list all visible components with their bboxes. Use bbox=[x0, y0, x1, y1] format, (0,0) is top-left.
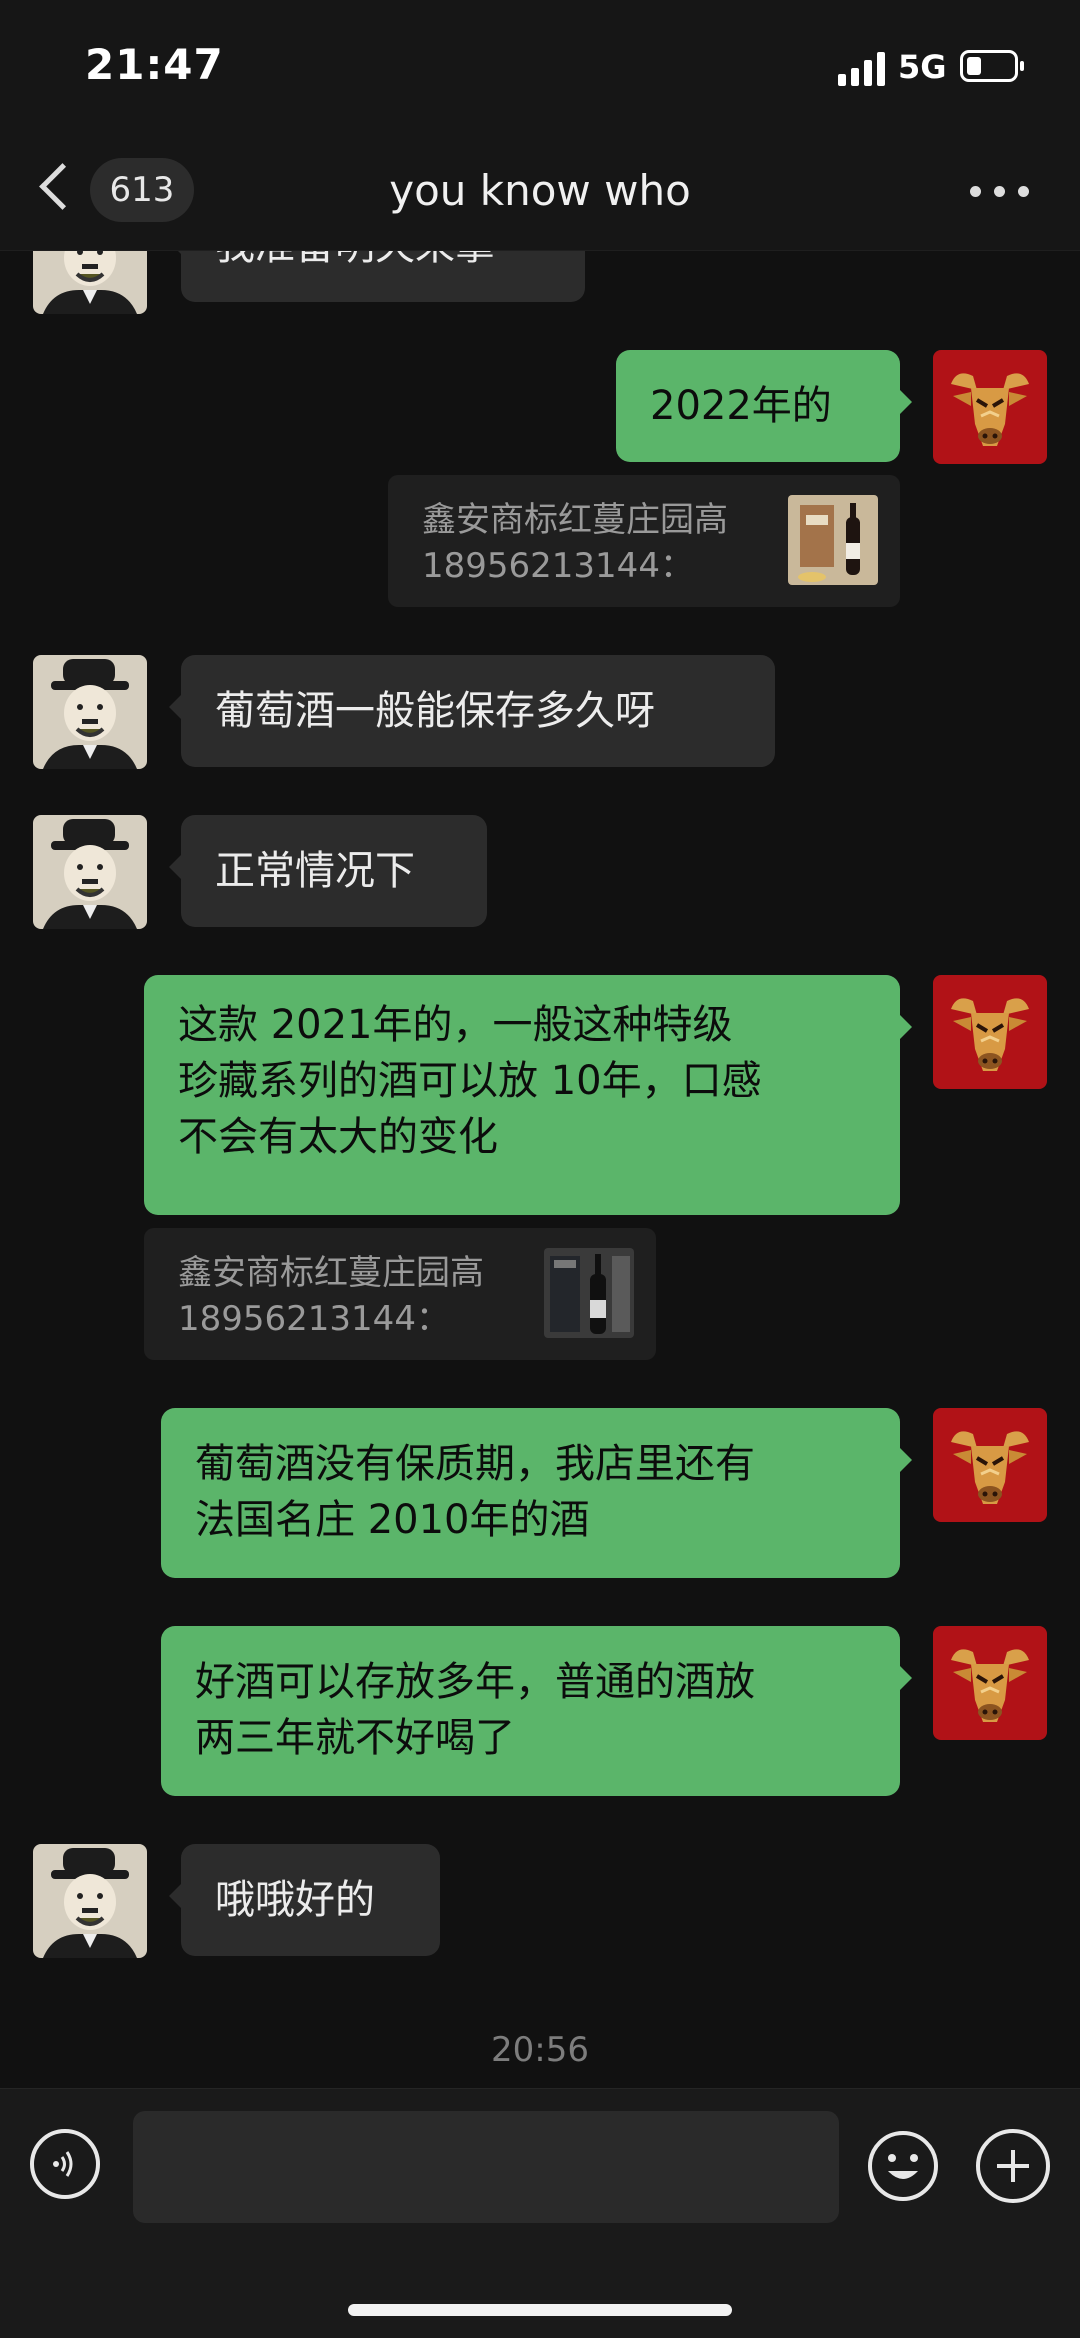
emoji-icon[interactable] bbox=[866, 2129, 940, 2203]
more-icon[interactable] bbox=[970, 186, 1030, 198]
message-text: 珍藏系列的酒可以放 10年，口感 bbox=[178, 1058, 762, 1104]
message-text: 这款 2021年的，一般这种特级 bbox=[178, 1002, 733, 1048]
contact-avatar[interactable] bbox=[33, 250, 147, 314]
message-text: 葡萄酒一般能保存多久呀 bbox=[215, 688, 655, 734]
chat-title: you know who bbox=[389, 166, 691, 215]
quote-reference[interactable]: 鑫安商标红蔓庄园高 18956213144： bbox=[144, 1228, 656, 1360]
my-avatar[interactable] bbox=[933, 975, 1047, 1089]
network-label: 5G bbox=[898, 48, 947, 86]
message-text: 法国名庄 2010年的酒 bbox=[195, 1497, 590, 1543]
message-timestamp: 20:56 bbox=[491, 2030, 589, 2070]
message-bubble-outgoing[interactable]: 葡萄酒没有保质期，我店里还有 法国名庄 2010年的酒 bbox=[161, 1408, 912, 1578]
message-bubble-outgoing[interactable]: 好酒可以存放多年，普通的酒放 两三年就不好喝了 bbox=[161, 1626, 912, 1796]
message-bubble-incoming[interactable]: 哦哦好的 bbox=[169, 1844, 440, 1956]
message-bubble-incoming[interactable]: 我准备明天来拿 bbox=[169, 250, 585, 302]
message-text: 好酒可以存放多年，普通的酒放 bbox=[195, 1659, 755, 1705]
status-bar: 21:47 5G bbox=[0, 0, 1080, 130]
message-text: 2022年的 bbox=[650, 383, 832, 429]
contact-avatar[interactable] bbox=[33, 655, 147, 769]
message-text: 两三年就不好喝了 bbox=[195, 1715, 515, 1761]
wine-thumbnail[interactable] bbox=[788, 495, 878, 585]
message-text: 葡萄酒没有保质期，我店里还有 bbox=[195, 1441, 755, 1487]
quote-reference[interactable]: 鑫安商标红蔓庄园高 18956213144： bbox=[388, 475, 900, 607]
my-avatar[interactable] bbox=[933, 1626, 1047, 1740]
message-text: 哦哦好的 bbox=[215, 1877, 375, 1923]
signal-icon bbox=[838, 52, 888, 86]
message-list[interactable]: 我准备明天来拿 2022年的 鑫安商标红蔓庄园高 18956213144： 葡萄… bbox=[0, 250, 1080, 2088]
my-avatar[interactable] bbox=[933, 1408, 1047, 1522]
battery-icon bbox=[960, 50, 1024, 82]
message-bubble-outgoing[interactable]: 这款 2021年的，一般这种特级 珍藏系列的酒可以放 10年，口感 不会有太大的… bbox=[144, 975, 912, 1215]
wine-thumbnail[interactable] bbox=[544, 1248, 634, 1338]
message-text: 不会有太大的变化 bbox=[178, 1114, 498, 1160]
contact-avatar[interactable] bbox=[33, 1844, 147, 1958]
contact-avatar[interactable] bbox=[33, 815, 147, 929]
message-input[interactable] bbox=[133, 2111, 839, 2223]
chat-header: 613 you know who bbox=[0, 130, 1080, 251]
add-icon[interactable] bbox=[976, 2129, 1050, 2203]
message-text: 我准备明天来拿 bbox=[215, 250, 585, 274]
message-bubble-incoming[interactable]: 葡萄酒一般能保存多久呀 bbox=[169, 655, 775, 767]
message-text: 正常情况下 bbox=[215, 848, 415, 894]
input-bar bbox=[0, 2088, 1080, 2338]
message-bubble-incoming[interactable]: 正常情况下 bbox=[169, 815, 487, 927]
voice-icon[interactable] bbox=[30, 2129, 100, 2199]
home-indicator[interactable] bbox=[348, 2304, 732, 2316]
my-avatar[interactable] bbox=[933, 350, 1047, 464]
status-time: 21:47 bbox=[85, 40, 224, 89]
message-bubble-outgoing[interactable]: 2022年的 bbox=[616, 350, 912, 462]
